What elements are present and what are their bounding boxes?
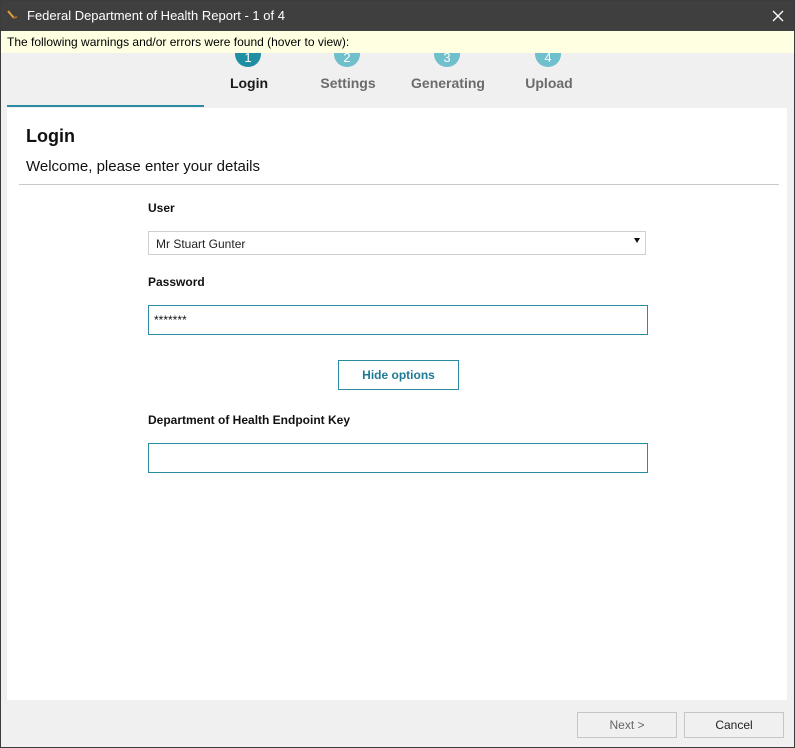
title-bar: Federal Department of Health Report - 1 … xyxy=(1,1,794,31)
warning-bar[interactable]: The following warnings and/or errors wer… xyxy=(1,31,794,54)
next-button[interactable]: Next > xyxy=(577,712,677,738)
password-value: ******* xyxy=(154,313,187,327)
page-title: Login xyxy=(26,126,75,146)
dropdown-arrow-icon xyxy=(634,238,640,243)
divider xyxy=(19,184,779,185)
step-label: Login xyxy=(229,75,269,91)
user-label: User xyxy=(148,201,175,215)
step-number: 2 xyxy=(334,53,360,67)
step-generating: 3 Generating xyxy=(398,53,498,107)
step-label: Generating xyxy=(411,75,485,91)
close-icon xyxy=(772,10,784,22)
step-upload: 4 Upload xyxy=(499,53,599,107)
step-indicator: 1 Login 2 Settings 3 Generating 4 Upload xyxy=(1,53,794,107)
cancel-button[interactable]: Cancel xyxy=(684,712,784,738)
step-number: 1 xyxy=(235,53,261,67)
login-panel: Login Welcome, please enter your details… xyxy=(7,108,787,700)
password-field[interactable]: ******* xyxy=(148,305,648,335)
step-label: Upload xyxy=(525,75,573,91)
step-number: 4 xyxy=(535,53,561,67)
endpoint-key-label: Department of Health Endpoint Key xyxy=(148,413,351,427)
login-dialog: Federal Department of Health Report - 1 … xyxy=(0,0,795,748)
window-title: Federal Department of Health Report - 1 … xyxy=(27,8,285,23)
warning-text: The following warnings and/or errors wer… xyxy=(7,35,350,49)
endpoint-key-field[interactable] xyxy=(148,443,648,473)
step-label: Settings xyxy=(320,75,376,91)
password-label: Password xyxy=(148,275,205,289)
close-button[interactable] xyxy=(762,1,794,31)
step-number: 3 xyxy=(434,53,460,67)
active-step-underline xyxy=(7,105,204,107)
step-settings: 2 Settings xyxy=(298,53,398,107)
step-login: 1 Login xyxy=(199,53,299,107)
user-select-value: Mr Stuart Gunter xyxy=(156,237,246,251)
app-icon xyxy=(7,10,18,19)
user-select[interactable]: Mr Stuart Gunter xyxy=(148,231,646,255)
hide-options-button[interactable]: Hide options xyxy=(338,360,459,390)
page-subtitle: Welcome, please enter your details xyxy=(26,158,261,175)
